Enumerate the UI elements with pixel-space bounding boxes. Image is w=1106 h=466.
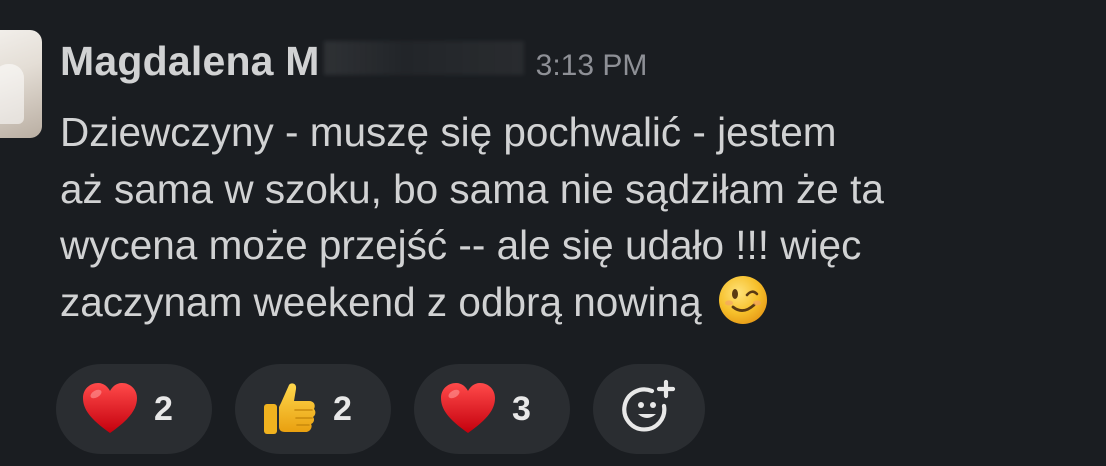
reaction-thumbs-up[interactable]: 2: [235, 364, 391, 454]
message-line-last: zaczynam weekend z odbrą nowiną: [60, 274, 1090, 331]
reaction-heart[interactable]: 3: [414, 364, 570, 454]
reaction-count: 3: [512, 389, 531, 428]
message-body: Dziewczyny - muszę się pochwalić - jeste…: [60, 104, 1090, 330]
winking-face-emoji-icon: [718, 275, 767, 324]
red-heart-icon: [441, 383, 495, 433]
add-reaction-icon: [622, 379, 676, 432]
add-reaction-button[interactable]: [593, 364, 705, 454]
message-header: Magdalena M 3:13 PM: [60, 38, 647, 98]
message-line: wycena może przejść -- ale się udało !!!…: [60, 222, 862, 268]
red-heart-icon: [83, 383, 137, 433]
timestamp[interactable]: 3:13 PM: [536, 49, 648, 83]
reactions-bar: 2 2 3: [56, 364, 705, 454]
message-container: Magdalena M 3:13 PM Dziewczyny - muszę s…: [0, 0, 1106, 466]
thumbs-up-icon: [264, 383, 316, 434]
avatar-figure: [0, 64, 24, 124]
message-line: zaczynam weekend z odbrą nowiną: [60, 278, 702, 325]
redacted-surname: [323, 41, 524, 75]
reaction-count: 2: [154, 389, 173, 428]
reaction-count: 2: [333, 389, 352, 428]
message-line: Dziewczyny - muszę się pochwalić - jeste…: [60, 109, 837, 155]
author-name[interactable]: Magdalena M: [60, 38, 320, 85]
message-line: aż sama w szoku, bo sama nie sądziłam że…: [60, 165, 884, 212]
avatar[interactable]: [0, 30, 42, 138]
reaction-heart[interactable]: 2: [56, 364, 212, 454]
